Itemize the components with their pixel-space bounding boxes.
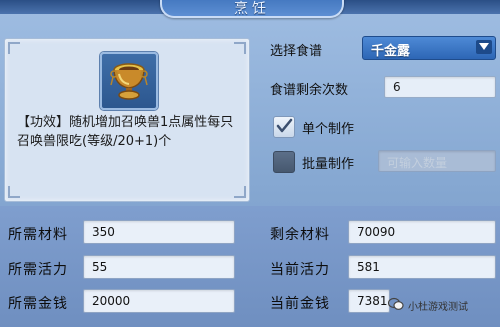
title-tab: 烹饪 <box>160 0 344 18</box>
dropdown-arrow[interactable] <box>476 40 492 54</box>
panel-corner-ornament <box>8 186 20 198</box>
checkmark-icon <box>276 118 293 133</box>
single-make-label: 单个制作 <box>302 122 355 137</box>
remaining-material-value: 70090 <box>357 225 396 239</box>
required-money-value: 20000 <box>92 294 131 308</box>
recipe-label: 选择食谱 <box>270 44 323 59</box>
required-vitality-field: 55 <box>83 255 235 279</box>
batch-quantity-input[interactable]: 可输入数量 <box>378 150 496 172</box>
current-money-field: 7381 <box>348 289 390 313</box>
wechat-logo-icon <box>388 297 404 310</box>
panel-corner-ornament <box>234 42 246 54</box>
panel-corner-ornament <box>234 186 246 198</box>
watermark: 小杜游戏测试 <box>388 295 500 315</box>
required-vitality-value: 55 <box>92 260 108 274</box>
remaining-material-field: 70090 <box>348 220 496 244</box>
single-make-checkbox[interactable] <box>273 116 295 138</box>
golden-cauldron-icon <box>110 63 148 100</box>
remaining-count-label: 食谱剩余次数 <box>270 83 349 98</box>
current-vitality-label: 当前活力 <box>270 262 330 278</box>
current-vitality-value: 581 <box>357 260 380 274</box>
watermark-text: 小杜游戏测试 <box>408 302 468 313</box>
chevron-down-icon <box>479 43 489 50</box>
panel-corner-ornament <box>8 42 20 54</box>
required-money-label: 所需金钱 <box>8 296 68 312</box>
required-money-field: 20000 <box>83 289 235 313</box>
current-money-value: 7381 <box>357 294 388 308</box>
batch-make-checkbox[interactable] <box>273 151 295 173</box>
item-slot[interactable] <box>100 52 158 110</box>
required-material-field: 350 <box>83 220 235 244</box>
required-vitality-label: 所需活力 <box>8 262 68 278</box>
window-title: 烹饪 <box>234 1 270 17</box>
remaining-count-value: 6 <box>393 80 401 94</box>
cooking-window: 烹饪 【功效】随机增加召唤兽1点属性每只召唤兽限吃(等级/20+1)个 选择食谱 <box>0 0 500 327</box>
remaining-material-label: 剩余材料 <box>270 227 330 243</box>
batch-make-label: 批量制作 <box>302 157 355 172</box>
remaining-count-field: 6 <box>384 76 496 98</box>
item-effect-description: 【功效】随机增加召唤兽1点属性每只召唤兽限吃(等级/20+1)个 <box>17 115 234 149</box>
item-description-panel: 【功效】随机增加召唤兽1点属性每只召唤兽限吃(等级/20+1)个 <box>4 38 250 202</box>
current-money-label: 当前金钱 <box>270 296 330 312</box>
required-material-value: 350 <box>92 225 115 239</box>
current-vitality-field: 581 <box>348 255 496 279</box>
recipe-dropdown[interactable]: 千金露 <box>362 36 496 60</box>
required-material-label: 所需材料 <box>8 227 68 243</box>
recipe-selected-value: 千金露 <box>371 44 411 59</box>
batch-quantity-placeholder: 可输入数量 <box>387 156 448 170</box>
